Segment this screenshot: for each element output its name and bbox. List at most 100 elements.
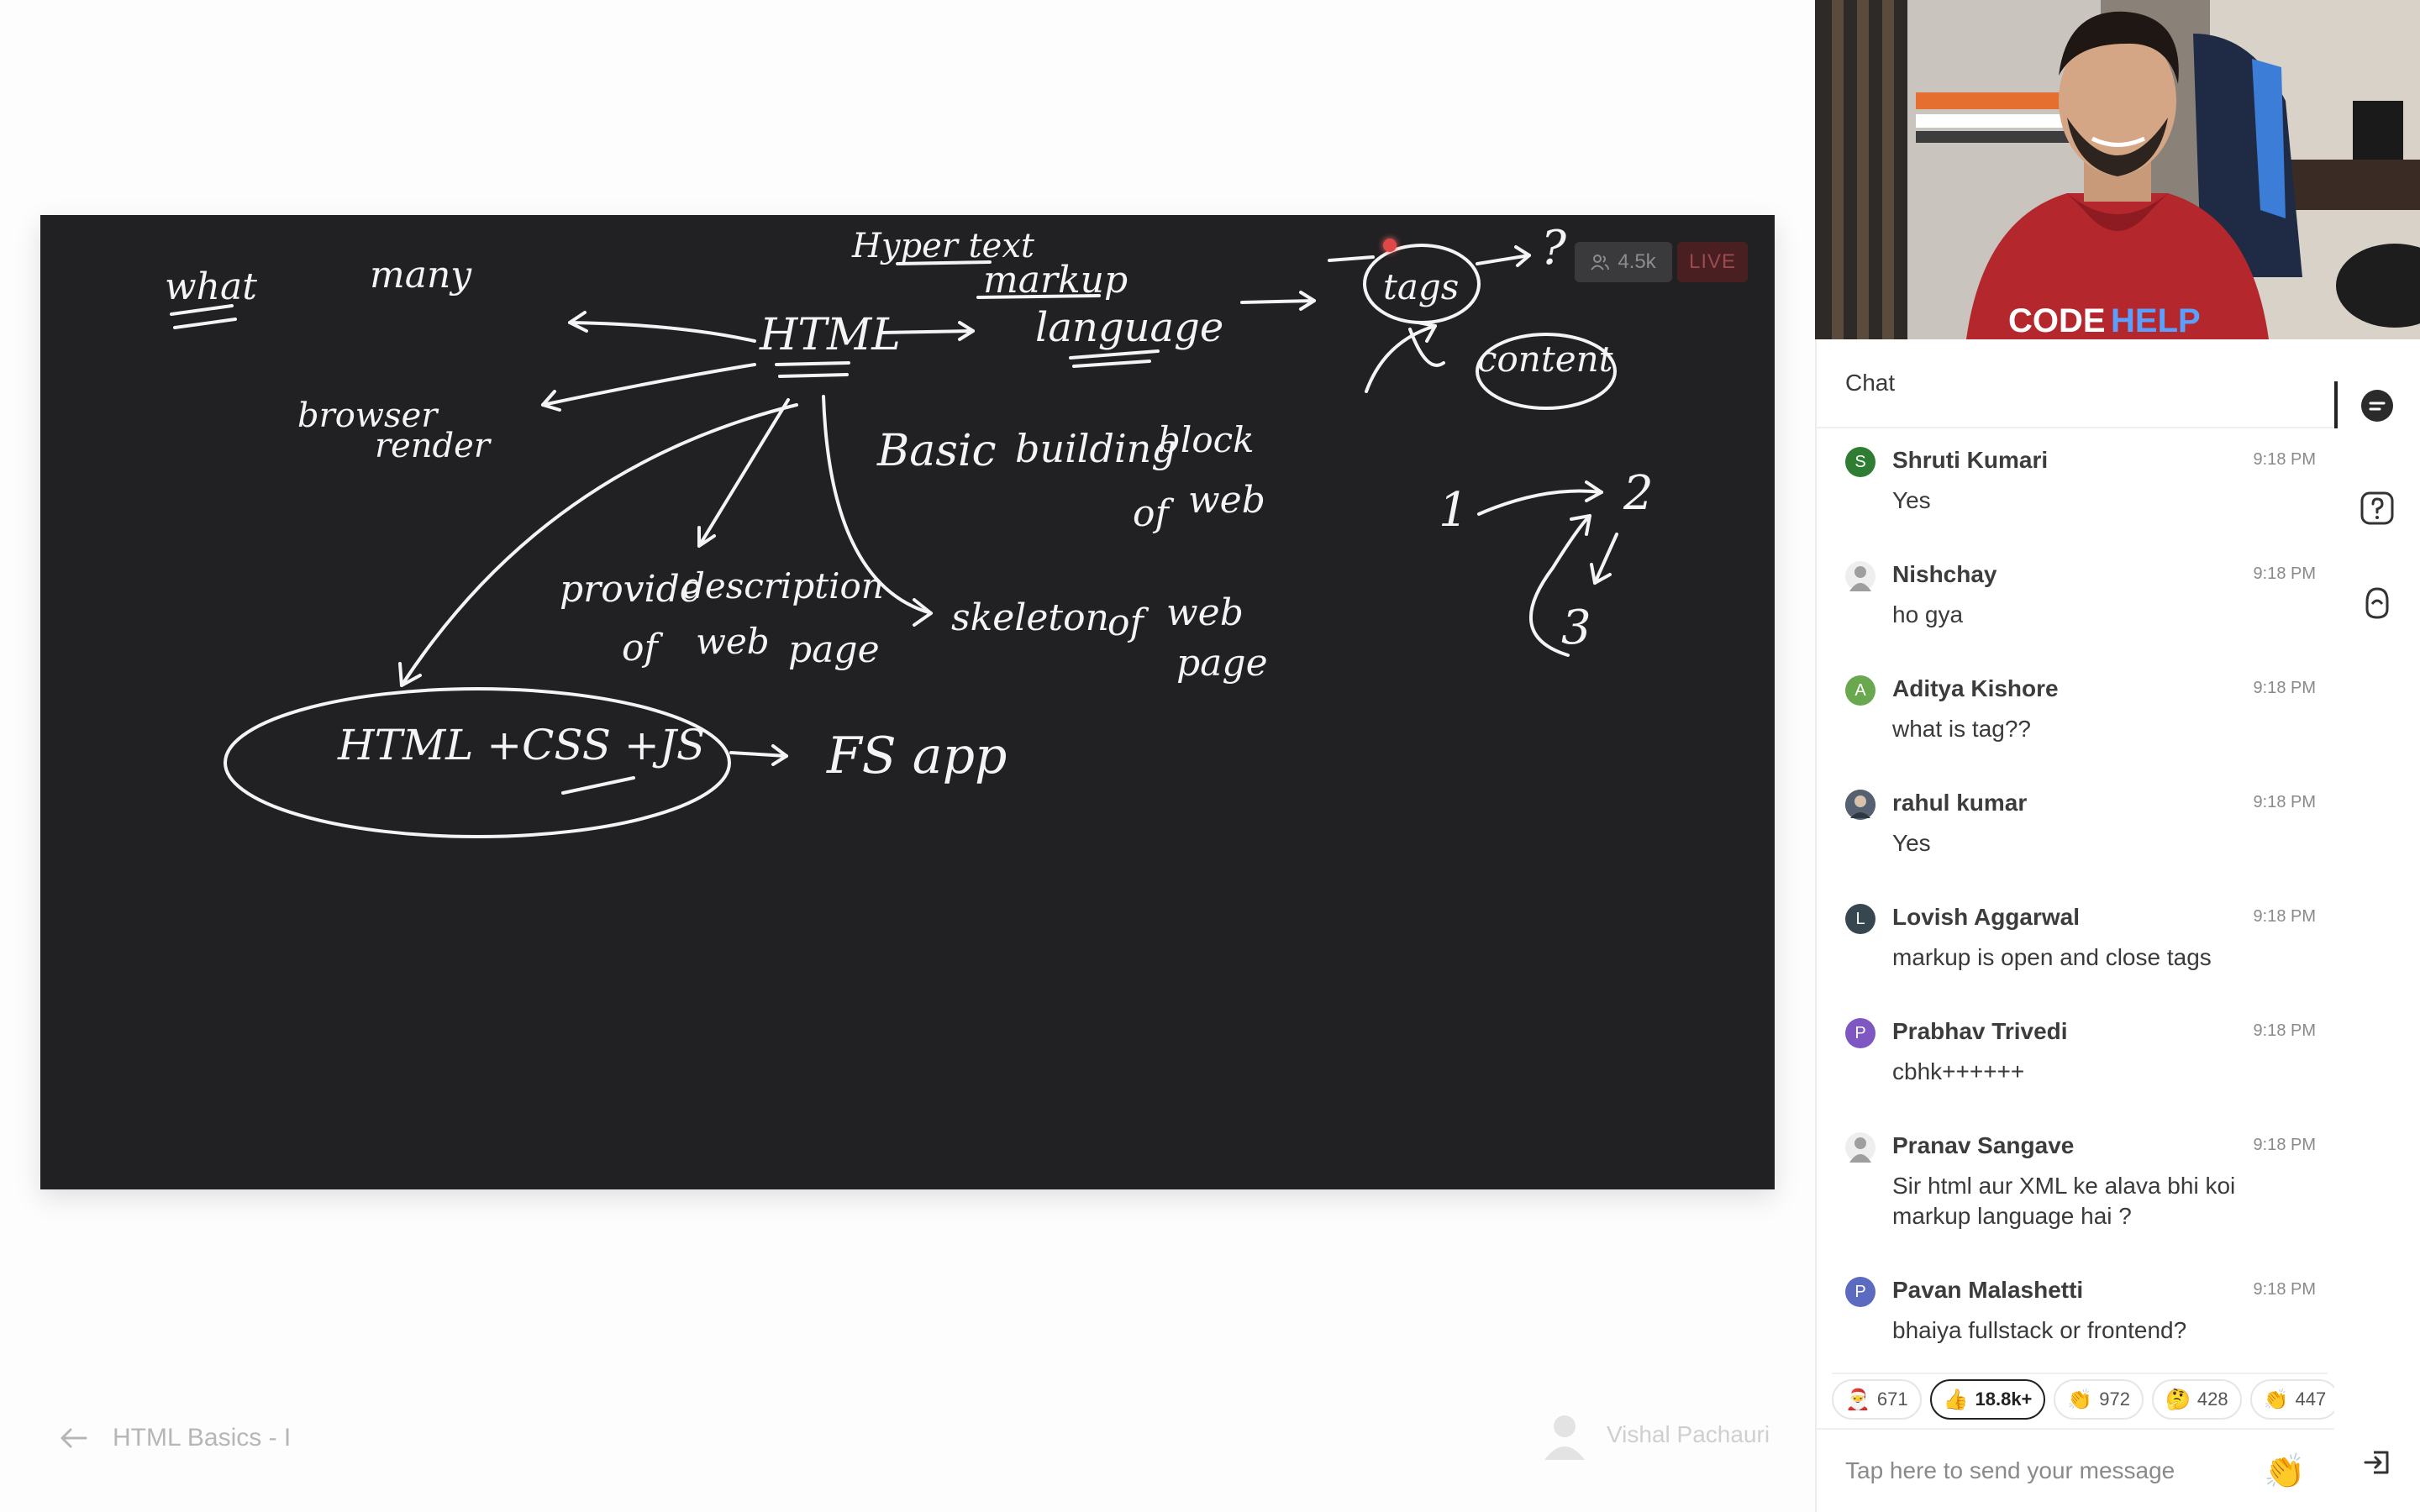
note-block: block [1158, 419, 1255, 460]
message-text: ho gya [1892, 601, 1964, 627]
message-text: Sir html aur XML ke alava bhi koi markup… [1892, 1173, 2236, 1229]
chat-icon[interactable] [2358, 386, 2396, 425]
reaction-count: 671 [1876, 1389, 1908, 1410]
instructor-video: CODE HELP [1815, 0, 2420, 339]
clap-icon: 👏 [2067, 1388, 2093, 1411]
reaction-bar: 🎅 671 👍 18.8k+ 👏 972 🤔 428 👏 447 [1832, 1373, 2340, 1420]
chat-header: Chat [1817, 339, 2334, 428]
note-page-2: page [1176, 642, 1268, 685]
note-basic: Basic [876, 426, 997, 476]
note-render: render [375, 427, 492, 465]
message-text: cbhk++++++ [1892, 1058, 2025, 1084]
user-avatar: S [1845, 447, 1876, 477]
message-time: 9:18 PM [2253, 450, 2316, 469]
chat-panel: Chat S Shruti Kumari 9:18 PM Yes Nishcha… [1815, 339, 2340, 1512]
note-skeleton: skeleton [951, 596, 1109, 639]
whiteboard-ink: what many Hyper text markup HTML languag… [165, 221, 1654, 838]
reaction-applause[interactable]: 👏 447 [2249, 1379, 2340, 1420]
logo-code-text: CODE [2008, 302, 2106, 339]
sender-name: Shruti Kumari [1892, 447, 2049, 473]
raise-hand-icon[interactable] [2358, 583, 2396, 622]
chat-title: Chat [1845, 370, 1896, 396]
instructor-avatar-icon [1544, 1415, 1585, 1460]
note-three: 3 [1561, 601, 1591, 655]
instructor-info: Vishal Pachauri [1538, 1408, 1770, 1462]
message-time: 9:18 PM [2253, 1021, 2316, 1040]
thumbs-up-icon: 👍 [1943, 1388, 1969, 1411]
note-web-1: web [1188, 479, 1265, 522]
note-of-2: of [622, 627, 663, 669]
note-web-2: web [696, 621, 770, 662]
reaction-clap[interactable]: 👏 972 [2054, 1379, 2144, 1420]
note-what: what [165, 265, 257, 308]
side-rail [2334, 339, 2420, 1512]
user-avatar: A [1845, 675, 1876, 706]
note-page-1: page [788, 628, 880, 671]
sender-name: Nishchay [1892, 561, 1997, 587]
message-time: 9:18 PM [2253, 1136, 2316, 1154]
logo-help-text: HELP [2111, 302, 2201, 339]
message-text: bhaiya fullstack or frontend? [1892, 1317, 2187, 1343]
active-indicator [2334, 381, 2338, 428]
reaction-count: 972 [2099, 1389, 2131, 1410]
sender-name: Aditya Kishore [1892, 675, 2059, 701]
santa-icon: 🎅 [1845, 1388, 1870, 1411]
note-many: many [370, 254, 472, 297]
note-fs-app: FS app [826, 727, 1007, 785]
reaction-thumbs-up[interactable]: 👍 18.8k+ [1929, 1379, 2046, 1420]
note-language: language [1035, 304, 1223, 351]
whiteboard: what many Hyper text markup HTML languag… [40, 215, 1775, 1189]
note-html-css-js: HTML +CSS +JS [337, 721, 705, 769]
live-badge: LIVE [1677, 242, 1748, 282]
user-avatar: L [1845, 904, 1876, 934]
note-building: building [1015, 426, 1176, 471]
laser-pointer [1383, 239, 1397, 252]
sender-name: Prabhav Trivedi [1892, 1018, 2068, 1044]
reaction-thinking[interactable]: 🤔 428 [2152, 1379, 2242, 1420]
note-provide: provide [560, 568, 702, 611]
note-question: ? [1541, 221, 1567, 276]
message-text: markup is open and close tags [1892, 944, 2212, 970]
sender-name: Pavan Malashetti [1892, 1277, 2084, 1303]
chat-message-list[interactable]: S Shruti Kumari 9:18 PM Yes Nishchay 9:1… [1817, 430, 2334, 1362]
sender-name: Pranav Sangave [1892, 1132, 2075, 1158]
note-of-1: of [1133, 492, 1174, 535]
viewers-icon [1591, 255, 1610, 270]
note-web-3: web [1166, 591, 1244, 634]
lesson-bar: HTML Basics - I [59, 1415, 291, 1462]
reaction-santa[interactable]: 🎅 671 [1832, 1379, 1922, 1420]
sender-name: Lovish Aggarwal [1892, 904, 2081, 930]
instructor-name: Vishal Pachauri [1607, 1421, 1770, 1447]
user-avatar: P [1845, 1277, 1876, 1307]
video-frame: CODE HELP [1815, 0, 2420, 339]
note-one: 1 [1439, 483, 1469, 538]
question-icon[interactable] [2358, 489, 2396, 528]
sender-name: rahul kumar [1892, 790, 2028, 816]
reaction-count: 447 [2295, 1389, 2327, 1410]
user-avatar-icon [1845, 790, 1876, 820]
note-two: 2 [1623, 466, 1654, 521]
reaction-count: 428 [2196, 1389, 2228, 1410]
message-composer: 👏 [1817, 1428, 2334, 1512]
note-tags: tags [1383, 266, 1459, 307]
message-time: 9:18 PM [2253, 793, 2316, 811]
message-input[interactable] [1845, 1457, 2265, 1484]
message-time: 9:18 PM [2253, 907, 2316, 926]
message-time: 9:18 PM [2253, 679, 2316, 697]
note-description: description [682, 565, 884, 606]
user-avatar-icon [1845, 1132, 1876, 1163]
user-avatar: P [1845, 1018, 1876, 1048]
viewer-count-badge: 4.5k [1575, 242, 1672, 282]
note-of-3: of [1107, 601, 1149, 644]
applause-icon: 👏 [2263, 1388, 2289, 1411]
back-arrow-icon[interactable] [59, 1424, 87, 1452]
message-text: what is tag?? [1892, 716, 2031, 742]
user-avatar-icon [1845, 561, 1876, 591]
reaction-count: 18.8k+ [1975, 1389, 2033, 1410]
clap-reaction-icon[interactable]: 👏 [2264, 1452, 2306, 1491]
note-html: HTML [759, 310, 901, 360]
message-text: Yes [1892, 830, 1931, 856]
exit-icon[interactable] [2358, 1443, 2396, 1482]
message-time: 9:18 PM [2253, 564, 2316, 583]
viewer-count: 4.5k [1618, 250, 1656, 273]
